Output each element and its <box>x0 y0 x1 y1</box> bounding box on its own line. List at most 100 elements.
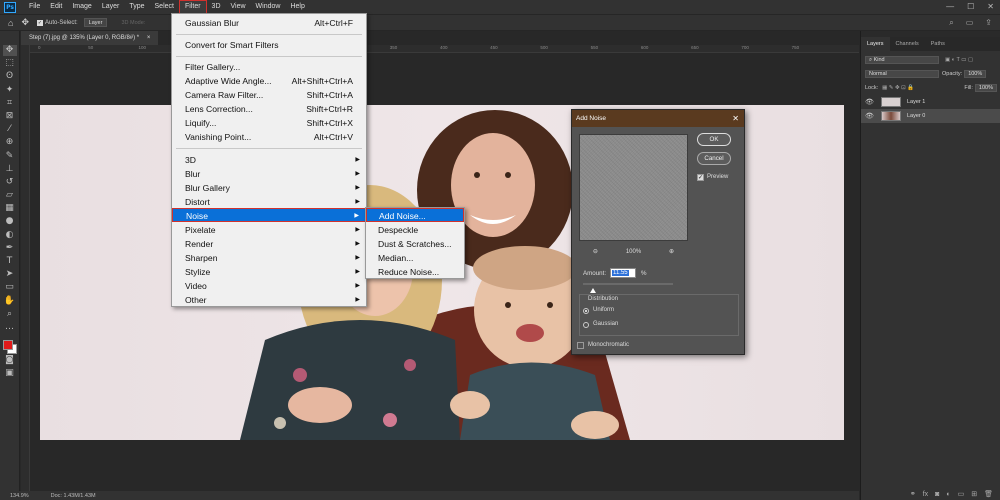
menu-item-despeckle[interactable]: Despeckle <box>366 223 464 237</box>
menu-select[interactable]: Select <box>150 0 179 14</box>
home-icon[interactable]: ⌂ <box>8 18 13 28</box>
menu-item-last-filter[interactable]: Gaussian Blur Alt+Ctrl+F <box>172 16 366 30</box>
amount-slider-thumb[interactable] <box>590 288 597 293</box>
share-icon[interactable]: ⇪ <box>985 18 992 28</box>
move-tool-icon[interactable]: ✥ <box>2 45 17 56</box>
menu-item-filter-gallery[interactable]: Filter Gallery... <box>172 60 366 74</box>
tab-channels[interactable]: Channels <box>890 37 925 51</box>
mask-icon[interactable]: ◙ <box>935 491 939 498</box>
monochromatic-checkbox[interactable] <box>577 342 584 349</box>
menu-item-adaptive-wide-angle[interactable]: Adaptive Wide Angle... Alt+Shift+Ctrl+A <box>172 74 366 88</box>
visibility-eye-icon[interactable]: 👁 <box>865 112 875 120</box>
auto-select-checkbox[interactable]: ✓ <box>36 19 43 26</box>
menu-item-median[interactable]: Median... <box>366 251 464 265</box>
cancel-button[interactable]: Cancel <box>697 152 731 165</box>
new-layer-icon[interactable]: ⊞ <box>971 490 977 498</box>
menu-3d[interactable]: 3D <box>207 0 226 14</box>
menu-item-lens-correction[interactable]: Lens Correction... Shift+Ctrl+R <box>172 102 366 116</box>
opacity-input[interactable]: 100% <box>964 70 987 78</box>
lasso-tool-icon[interactable]: ʘ <box>3 71 17 82</box>
more-tools-icon[interactable]: … <box>3 322 17 333</box>
marquee-tool-icon[interactable]: ⬚ <box>3 58 17 69</box>
menu-type[interactable]: Type <box>124 0 149 14</box>
tab-paths[interactable]: Paths <box>925 37 951 51</box>
adjustment-icon[interactable]: ◐ <box>946 491 950 498</box>
frame-tool-icon[interactable]: ⊠ <box>3 111 17 122</box>
maximize-icon[interactable]: ☐ <box>967 0 974 14</box>
close-icon[interactable]: ✕ <box>987 0 994 14</box>
dialog-title-bar[interactable]: Add Noise ✕ <box>572 110 744 127</box>
clone-stamp-tool-icon[interactable]: ⊥ <box>3 164 17 175</box>
amount-slider-track[interactable] <box>583 283 673 285</box>
brush-tool-icon[interactable]: ✎ <box>3 151 17 162</box>
filter-icons[interactable]: ▣ ◐ T ▭ ▢ <box>945 57 973 63</box>
history-brush-tool-icon[interactable]: ↺ <box>3 177 17 188</box>
rectangle-tool-icon[interactable]: ▭ <box>3 282 17 293</box>
minimize-icon[interactable]: — <box>946 0 954 14</box>
move-tool-icon[interactable]: ✥ <box>21 17 29 28</box>
tab-close-icon[interactable]: × <box>147 35 151 41</box>
workspace-icon[interactable]: ▭ <box>966 18 974 28</box>
menu-filter[interactable]: Filter <box>178 0 207 14</box>
color-swatches[interactable] <box>2 339 18 355</box>
lock-icons[interactable]: ▦ ✎ ✥ ⊡ 🔒 <box>882 85 914 91</box>
zoom-readout[interactable]: 134.9% <box>10 493 29 499</box>
menu-layer[interactable]: Layer <box>97 0 125 14</box>
eraser-tool-icon[interactable]: ▱ <box>3 190 17 201</box>
gradient-tool-icon[interactable]: ▦ <box>3 203 17 214</box>
preview-checkbox[interactable]: ✓ <box>697 174 704 181</box>
type-tool-icon[interactable]: T <box>3 256 17 267</box>
tab-layers[interactable]: Layers <box>861 37 890 51</box>
menu-item-camera-raw-filter[interactable]: Camera Raw Filter... Shift+Ctrl+A <box>172 88 366 102</box>
search-icon[interactable]: ⌕ <box>949 18 953 28</box>
eyedropper-tool-icon[interactable]: ⁄ <box>3 124 17 135</box>
menu-item-noise[interactable]: Noise ▶ <box>172 208 366 222</box>
close-icon[interactable]: ✕ <box>732 110 739 127</box>
menu-item-stylize[interactable]: Stylize ▶ <box>172 265 366 279</box>
dodge-tool-icon[interactable]: ◐ <box>3 230 17 241</box>
menu-view[interactable]: View <box>226 0 251 14</box>
gaussian-radio[interactable] <box>583 322 589 328</box>
menu-window[interactable]: Window <box>251 0 286 14</box>
crop-tool-icon[interactable]: ⌗ <box>3 98 17 109</box>
document-tab[interactable]: Step (7).jpg @ 135% (Layer 0, RGB/8#) * … <box>21 31 159 45</box>
zoom-tool-icon[interactable]: ⌕ <box>3 309 17 320</box>
menu-item-dust-scratches[interactable]: Dust & Scratches... <box>366 237 464 251</box>
magic-wand-tool-icon[interactable]: ✦ <box>3 85 17 96</box>
menu-item-add-noise[interactable]: Add Noise... <box>366 208 464 222</box>
blend-mode-dropdown[interactable]: Normal <box>865 70 939 78</box>
folder-icon[interactable]: ▭ <box>958 490 965 498</box>
layer-row-layer-1[interactable]: 👁 Layer 1 <box>861 95 1000 109</box>
menu-item-other[interactable]: Other ▶ <box>172 293 366 307</box>
menu-item-render[interactable]: Render ▶ <box>172 237 366 251</box>
trash-icon[interactable]: 🗑 <box>984 490 993 498</box>
menu-item-vanishing-point[interactable]: Vanishing Point... Alt+Ctrl+V <box>172 130 366 144</box>
zoom-in-icon[interactable]: ⊕ <box>669 248 674 255</box>
pen-tool-icon[interactable]: ✒ <box>3 243 17 254</box>
hand-tool-icon[interactable]: ✋ <box>3 296 17 307</box>
menu-file[interactable]: File <box>24 0 45 14</box>
menu-image[interactable]: Image <box>67 0 96 14</box>
auto-select-target-dropdown[interactable]: Layer <box>83 18 108 27</box>
menu-item-liquify[interactable]: Liquify... Shift+Ctrl+X <box>172 116 366 130</box>
layer-row-layer-0[interactable]: 👁 Layer 0 <box>861 109 1000 123</box>
layer-filter-kind[interactable]: ⌕ Kind <box>865 56 939 64</box>
fill-input[interactable]: 100% <box>974 84 997 92</box>
menu-edit[interactable]: Edit <box>45 0 67 14</box>
uniform-radio[interactable] <box>583 308 589 314</box>
screen-mode-icon[interactable]: ▣ <box>3 368 17 379</box>
quick-mask-icon[interactable]: ◙ <box>3 355 17 366</box>
menu-item-blur-gallery[interactable]: Blur Gallery ▶ <box>172 181 366 195</box>
noise-preview[interactable] <box>579 134 688 241</box>
menu-item-sharpen[interactable]: Sharpen ▶ <box>172 251 366 265</box>
foreground-color-swatch[interactable] <box>2 340 13 351</box>
menu-item-reduce-noise[interactable]: Reduce Noise... <box>366 265 464 279</box>
fx-icon[interactable]: fx <box>923 491 928 498</box>
menu-item-distort[interactable]: Distort ▶ <box>172 195 366 209</box>
menu-item-3d[interactable]: 3D ▶ <box>172 153 366 167</box>
link-icon[interactable]: ⚭ <box>910 490 916 498</box>
menu-item-pixelate[interactable]: Pixelate ▶ <box>172 223 366 237</box>
menu-item-video[interactable]: Video ▶ <box>172 279 366 293</box>
menu-item-blur[interactable]: Blur ▶ <box>172 167 366 181</box>
path-selection-tool-icon[interactable]: ➤ <box>3 269 17 280</box>
